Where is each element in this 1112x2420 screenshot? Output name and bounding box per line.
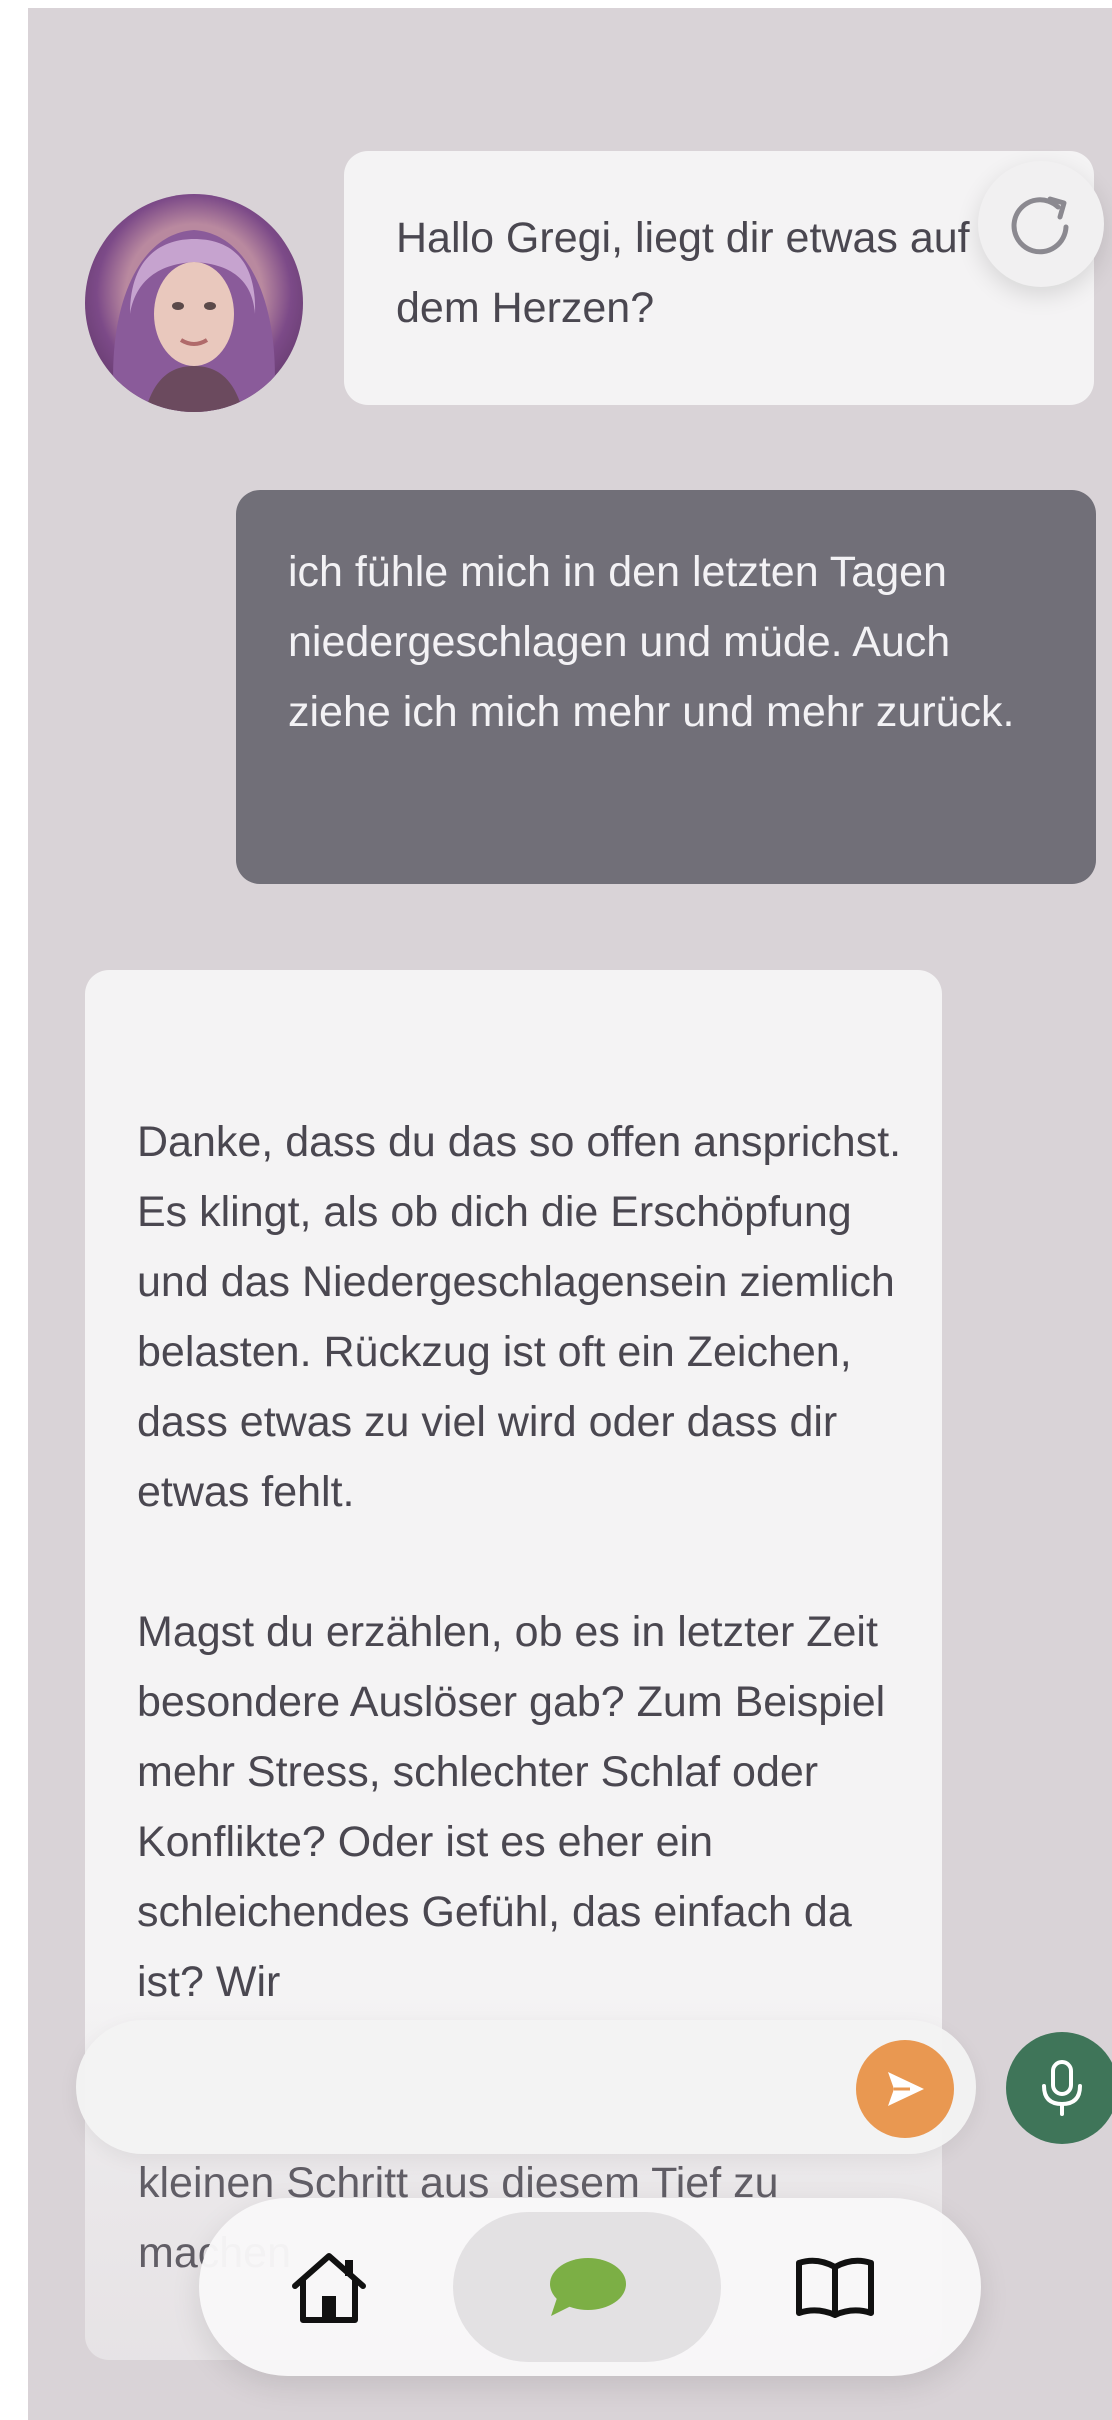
message-input[interactable] (76, 2020, 976, 2154)
nav-chat-button[interactable] (453, 2212, 721, 2362)
microphone-button[interactable] (1006, 2032, 1112, 2144)
message-text: Hallo Gregi, liegt dir etwas auf dem Her… (396, 214, 970, 332)
user-message: ich fühle mich in den letzten Tagen nied… (236, 490, 1096, 884)
send-icon (888, 2072, 924, 2106)
chat-screen: Hallo Gregi, liegt dir etwas auf dem Her… (28, 8, 1112, 2420)
microphone-icon (1042, 2060, 1082, 2116)
home-icon (292, 2253, 366, 2323)
nav-home-button[interactable] (259, 2212, 399, 2362)
refresh-button[interactable] (978, 161, 1104, 287)
nav-library-button[interactable] (765, 2212, 905, 2362)
assistant-avatar (85, 194, 303, 412)
message-text: ich fühle mich in den letzten Tagen nied… (288, 548, 1015, 736)
message-text: Danke, dass du das so offen ansprichst. … (137, 1118, 902, 2006)
assistant-message: Hallo Gregi, liegt dir etwas auf dem Her… (344, 151, 1094, 405)
book-icon (796, 2257, 874, 2318)
send-button[interactable] (856, 2040, 954, 2138)
bottom-nav (199, 2198, 981, 2376)
refresh-icon (1011, 196, 1069, 255)
chat-bubble-icon (550, 2258, 626, 2316)
